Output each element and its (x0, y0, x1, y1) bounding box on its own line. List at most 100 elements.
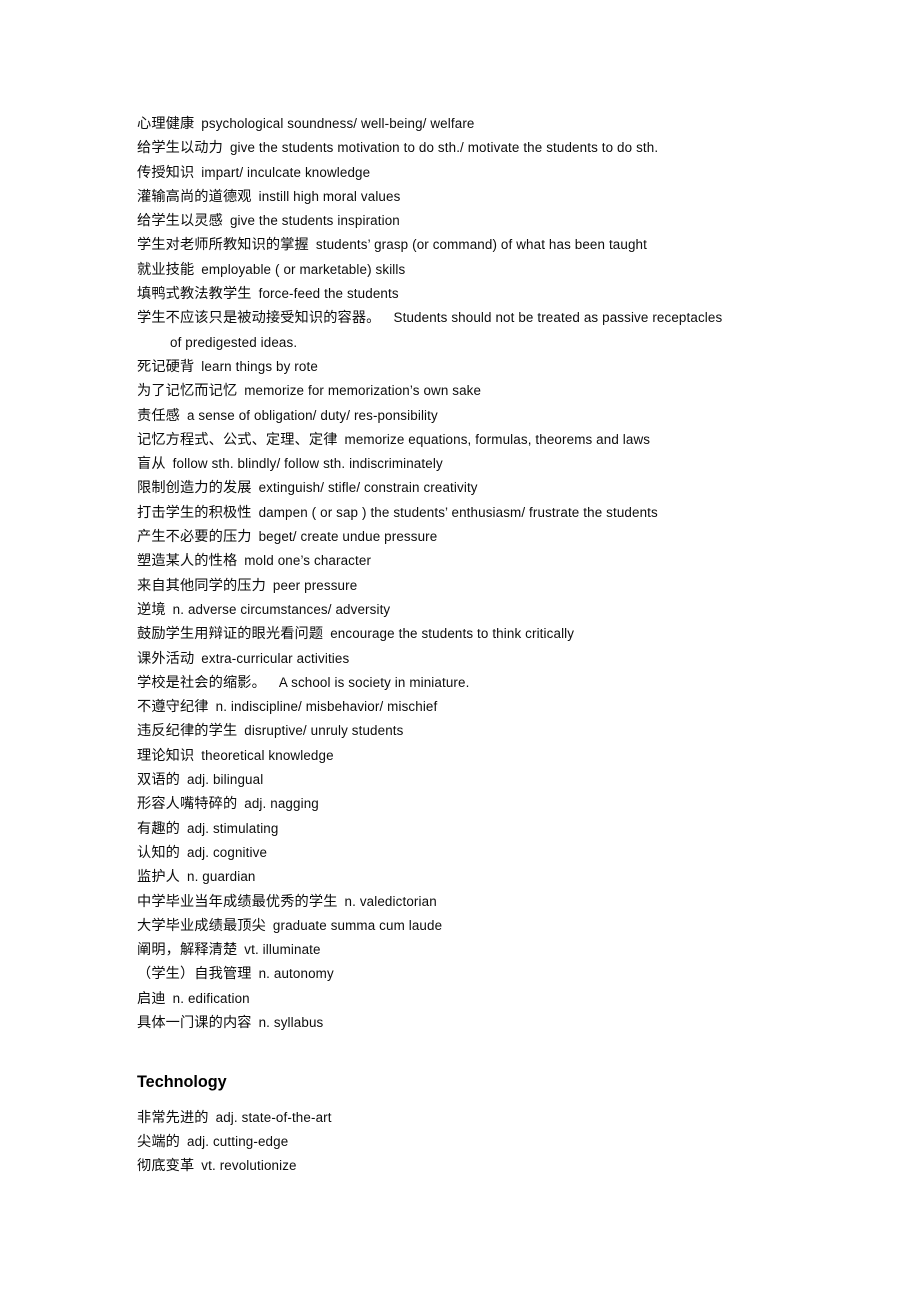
entry-definition-english: give the students inspiration (229, 213, 400, 229)
glossary-entry: 责任感 a sense of obligation/ duty/ res-pons… (137, 404, 837, 428)
entry-term-chinese: 违反纪律的学生 (137, 723, 238, 740)
glossary-entry: 课外活动 extra-curricular activities (137, 647, 837, 671)
glossary-entry: 给学生以灵感 give the students inspiration (137, 209, 837, 233)
entry-term-chinese: 学生对老师所教知识的掌握 (137, 237, 309, 254)
glossary-entry: 双语的 adj. bilingual (137, 768, 837, 792)
entry-term-chinese: 阐明，解释清楚 (137, 942, 238, 959)
glossary-entry: 就业技能 employable ( or marketable) skills (137, 258, 837, 282)
entry-term-chinese: 心理健康 (137, 116, 195, 132)
glossary-entry: 记忆方程式、公式、定理、定律 memorize equations, formul… (137, 428, 837, 452)
entry-term-chinese: 产生不必要的压力 (137, 529, 252, 546)
glossary-entry: 死记硬背 learn things by rote (137, 355, 837, 379)
glossary-entry: 填鸭式教法教学生 force-feed the students (137, 282, 837, 306)
glossary-entry: 学生对老师所教知识的掌握 students’ grasp (or command)… (137, 233, 837, 257)
glossary-entry: 具体一门课的内容 n. syllabus (137, 1011, 837, 1035)
entry-definition-english: adj. bilingual (186, 772, 264, 788)
entry-definition-english: instill high moral values (258, 188, 401, 204)
entry-definition-english: learn things by rote (201, 358, 318, 374)
entry-definition-english: force-feed the students (258, 286, 399, 302)
entry-definition-english: n. syllabus (258, 1014, 324, 1030)
entry-term-chinese: 认知的 (137, 844, 180, 861)
entry-term-chinese: 责任感 (137, 407, 180, 424)
entry-term-chinese: 学校是社会的缩影。 (137, 674, 266, 691)
glossary-entry: 大学毕业成绩最顶尖 graduate summa cum laude (137, 914, 837, 938)
glossary-entry: 启迪 n. edification (137, 987, 837, 1011)
entry-definition-english: adj. state-of-the-art (215, 1109, 332, 1125)
entry-definition-english: of predigested ideas. (170, 334, 298, 350)
glossary-entry: 有趣的 adj. stimulating (137, 817, 837, 841)
entry-definition-english: adj. stimulating (186, 820, 279, 836)
entry-definition-english: memorize equations, formulas, theorems a… (344, 431, 651, 447)
entry-term-chinese: 形容人嘴特碎的 (137, 796, 238, 813)
glossary-entry: 认知的 adj. cognitive (137, 841, 837, 865)
entry-definition-english: adj. cognitive (186, 844, 268, 860)
entry-definition-english: adj. nagging (244, 796, 319, 812)
entry-term-chinese: 学生不应该只是被动接受知识的容器。 (137, 310, 381, 327)
glossary-entry: 鼓励学生用辩证的眼光看问题 encourage the students to t… (137, 622, 837, 646)
entry-definition-english: adj. cutting-edge (186, 1133, 289, 1149)
entry-definition-english: n. valedictorian (344, 893, 437, 909)
entry-term-chinese: 理论知识 (137, 747, 195, 764)
entry-term-chinese: 来自其他同学的压力 (137, 577, 266, 594)
entry-term-chinese: 有趣的 (137, 820, 180, 837)
entry-definition-english: n. edification (172, 990, 250, 1006)
entry-term-chinese: 传授知识 (137, 164, 195, 181)
entry-term-chinese: 限制创造力的发展 (137, 480, 252, 497)
glossary-entry: 给学生以动力 give the students motivation to do… (137, 136, 837, 160)
entry-term-chinese: 不遵守纪律 (137, 699, 209, 716)
entry-term-chinese: 监护人 (137, 869, 180, 886)
entry-definition-english: graduate summa cum laude (272, 917, 443, 933)
glossary-entry: 形容人嘴特碎的 adj. nagging (137, 792, 837, 816)
entry-definition-english: n. indiscipline/ misbehavior/ mischief (215, 699, 438, 715)
entry-term-chinese: 灌输高尚的道德观 (137, 188, 252, 205)
entry-term-chinese: 具体一门课的内容 (137, 1014, 252, 1031)
entry-term-chinese: 中学毕业当年成绩最优秀的学生 (137, 893, 338, 910)
entry-term-chinese: 双语的 (137, 772, 180, 789)
entry-term-chinese: 逆境 (137, 601, 166, 618)
entry-definition-english: give the students motivation to do sth./… (229, 140, 659, 156)
entry-definition-english: a sense of obligation/ duty/ res-ponsibi… (186, 407, 438, 423)
glossary-entry: 阐明，解释清楚 vt. illuminate (137, 938, 837, 962)
entry-definition-english: employable ( or marketable) skills (201, 261, 406, 277)
entry-term-chinese: 给学生以灵感 (137, 213, 223, 230)
entry-term-chinese: 尖端的 (137, 1133, 180, 1150)
entry-definition-english: extinguish/ stifle/ constrain creativity (258, 480, 478, 496)
entry-definition-english: n. guardian (186, 869, 256, 885)
glossary-entry: 学生不应该只是被动接受知识的容器。 Students should not be … (137, 306, 837, 330)
entry-definition-english: follow sth. blindly/ follow sth. indiscr… (172, 456, 443, 472)
glossary-entry: 为了记忆而记忆 memorize for memorization’s own s… (137, 379, 837, 403)
glossary-entry: 尖端的 adj. cutting-edge (137, 1130, 837, 1154)
glossary-entry: 学校是社会的缩影。 A school is society in miniatur… (137, 671, 837, 695)
entry-definition-english: peer pressure (272, 577, 358, 593)
entry-definition-english: encourage the students to think critical… (330, 626, 575, 642)
entry-term-chinese: 非常先进的 (137, 1109, 209, 1126)
entry-definition-english: vt. illuminate (244, 942, 321, 958)
glossary-entry: 理论知识 theoretical knowledge (137, 744, 837, 768)
entry-term-chinese: 为了记忆而记忆 (137, 383, 238, 400)
glossary-content: 心理健康 psychological soundness/ well-being/… (137, 112, 837, 1178)
entry-definition-english: vt. revolutionize (201, 1158, 297, 1174)
glossary-entry: 传授知识 impart/ inculcate knowledge (137, 161, 837, 185)
entry-term-chinese: 填鸭式教法教学生 (137, 286, 252, 303)
entry-term-chinese: 彻底变革 (137, 1158, 195, 1175)
glossary-entry: 非常先进的 adj. state-of-the-art (137, 1106, 837, 1130)
entry-definition-english: beget/ create undue pressure (258, 529, 438, 545)
glossary-entry: 不遵守纪律 n. indiscipline/ misbehavior/ misch… (137, 695, 837, 719)
entry-term-chinese: （学生）自我管理 (137, 966, 252, 983)
glossary-entry: 打击学生的积极性 dampen ( or sap ) the students’ … (137, 501, 837, 525)
entry-term-chinese: 记忆方程式、公式、定理、定律 (137, 431, 338, 448)
entry-definition-english: extra-curricular activities (201, 650, 350, 666)
glossary-entry: 违反纪律的学生 disruptive/ unruly students (137, 719, 837, 743)
glossary-entry: 盲从 follow sth. blindly/ follow sth. indis… (137, 452, 837, 476)
entry-definition-english: Students should not be treated as passiv… (393, 310, 723, 326)
glossary-entry: 灌输高尚的道德观 instill high moral values (137, 185, 837, 209)
glossary-entry: （学生）自我管理 n. autonomy (137, 962, 837, 986)
entry-definition-english: mold one’s character (244, 553, 372, 569)
glossary-entry: 来自其他同学的压力 peer pressure (137, 574, 837, 598)
glossary-entry-continuation: of predigested ideas. (137, 331, 837, 355)
entry-term-chinese: 启迪 (137, 990, 166, 1007)
glossary-entry: 塑造某人的性格 mold one’s character (137, 549, 837, 573)
entry-term-chinese: 打击学生的积极性 (137, 504, 252, 521)
entry-definition-english: theoretical knowledge (201, 747, 334, 763)
document-page: 心理健康 psychological soundness/ well-being/… (0, 0, 920, 1302)
